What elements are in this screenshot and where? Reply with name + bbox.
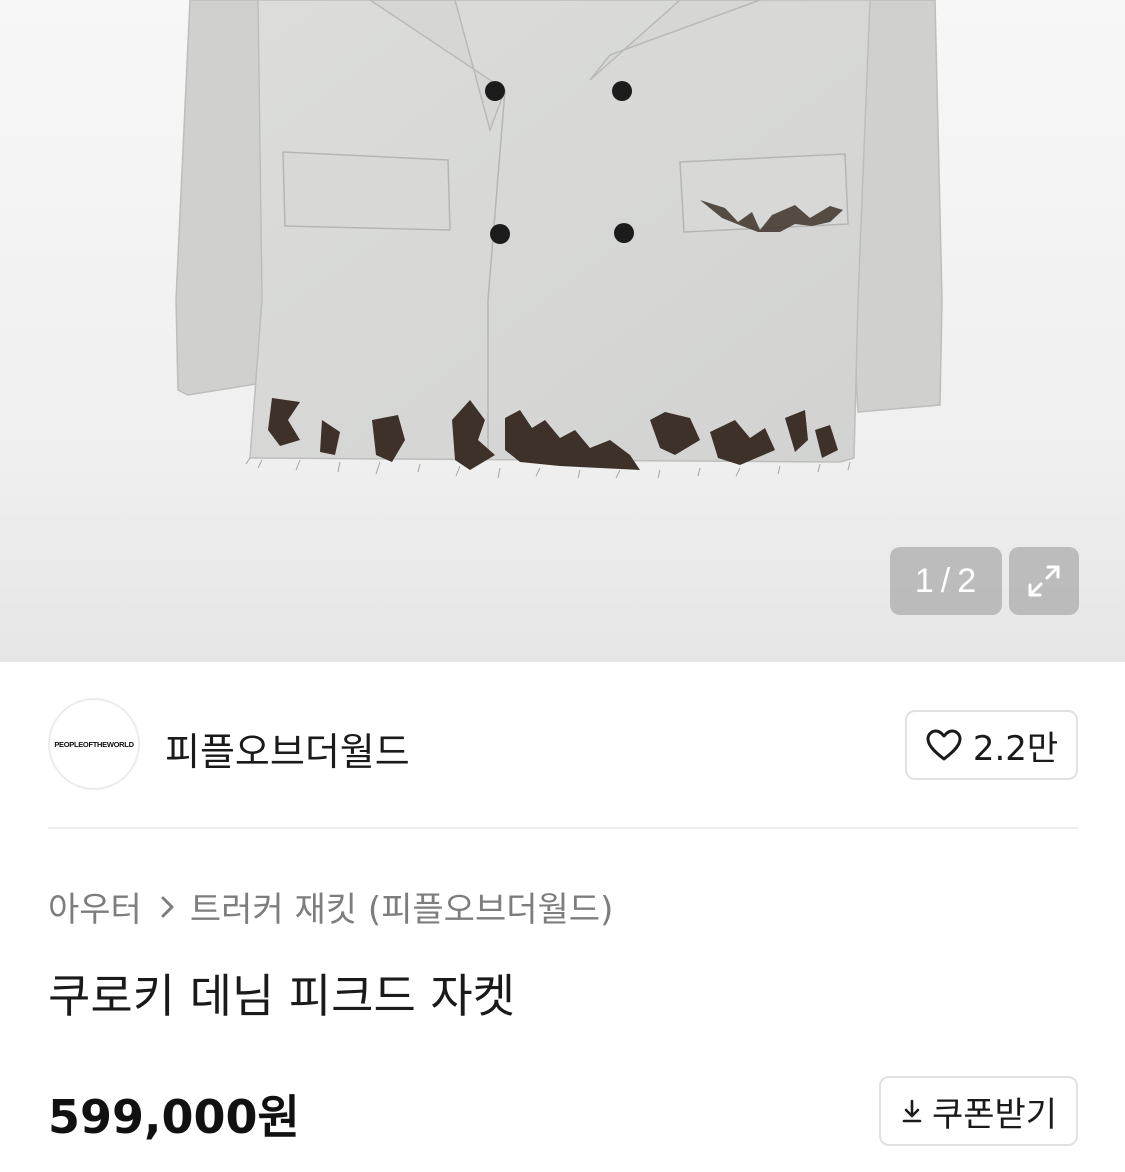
image-counter-current: 1 [914, 561, 935, 600]
download-icon [902, 1099, 922, 1123]
heart-icon [926, 729, 962, 761]
coupon-button[interactable]: 쿠폰받기 [879, 1076, 1078, 1146]
coupon-label: 쿠폰받기 [931, 1094, 1058, 1135]
chevron-right-icon [160, 894, 176, 920]
breadcrumb: 아우터 트러커 재킷 (피플오브더월드) [48, 882, 613, 931]
breadcrumb-category[interactable]: 아우터 [48, 882, 142, 931]
section-divider [48, 827, 1078, 829]
expand-image-button[interactable] [1009, 547, 1079, 615]
brand-logo-text: PEOPLEOFTHEWORLD [54, 739, 134, 749]
expand-icon [1028, 565, 1060, 597]
breadcrumb-subcategory[interactable]: 트러커 재킷 (피플오브더월드) [190, 882, 614, 931]
like-count: 2.2만 [972, 728, 1059, 769]
brand-name[interactable]: 피플오브더월드 [165, 721, 410, 776]
product-price: 599,000원 [48, 1090, 300, 1144]
product-image-gallery[interactable]: 1/2 [0, 0, 1125, 662]
image-counter-separator: / [940, 561, 952, 600]
image-counter-total: 2 [957, 561, 978, 600]
product-title: 쿠로키 데님 피크드 자켓 [48, 969, 516, 1023]
brand-logo[interactable]: PEOPLEOFTHEWORLD [48, 698, 140, 790]
like-button[interactable]: 2.2만 [905, 710, 1078, 780]
image-counter: 1/2 [890, 547, 1002, 615]
